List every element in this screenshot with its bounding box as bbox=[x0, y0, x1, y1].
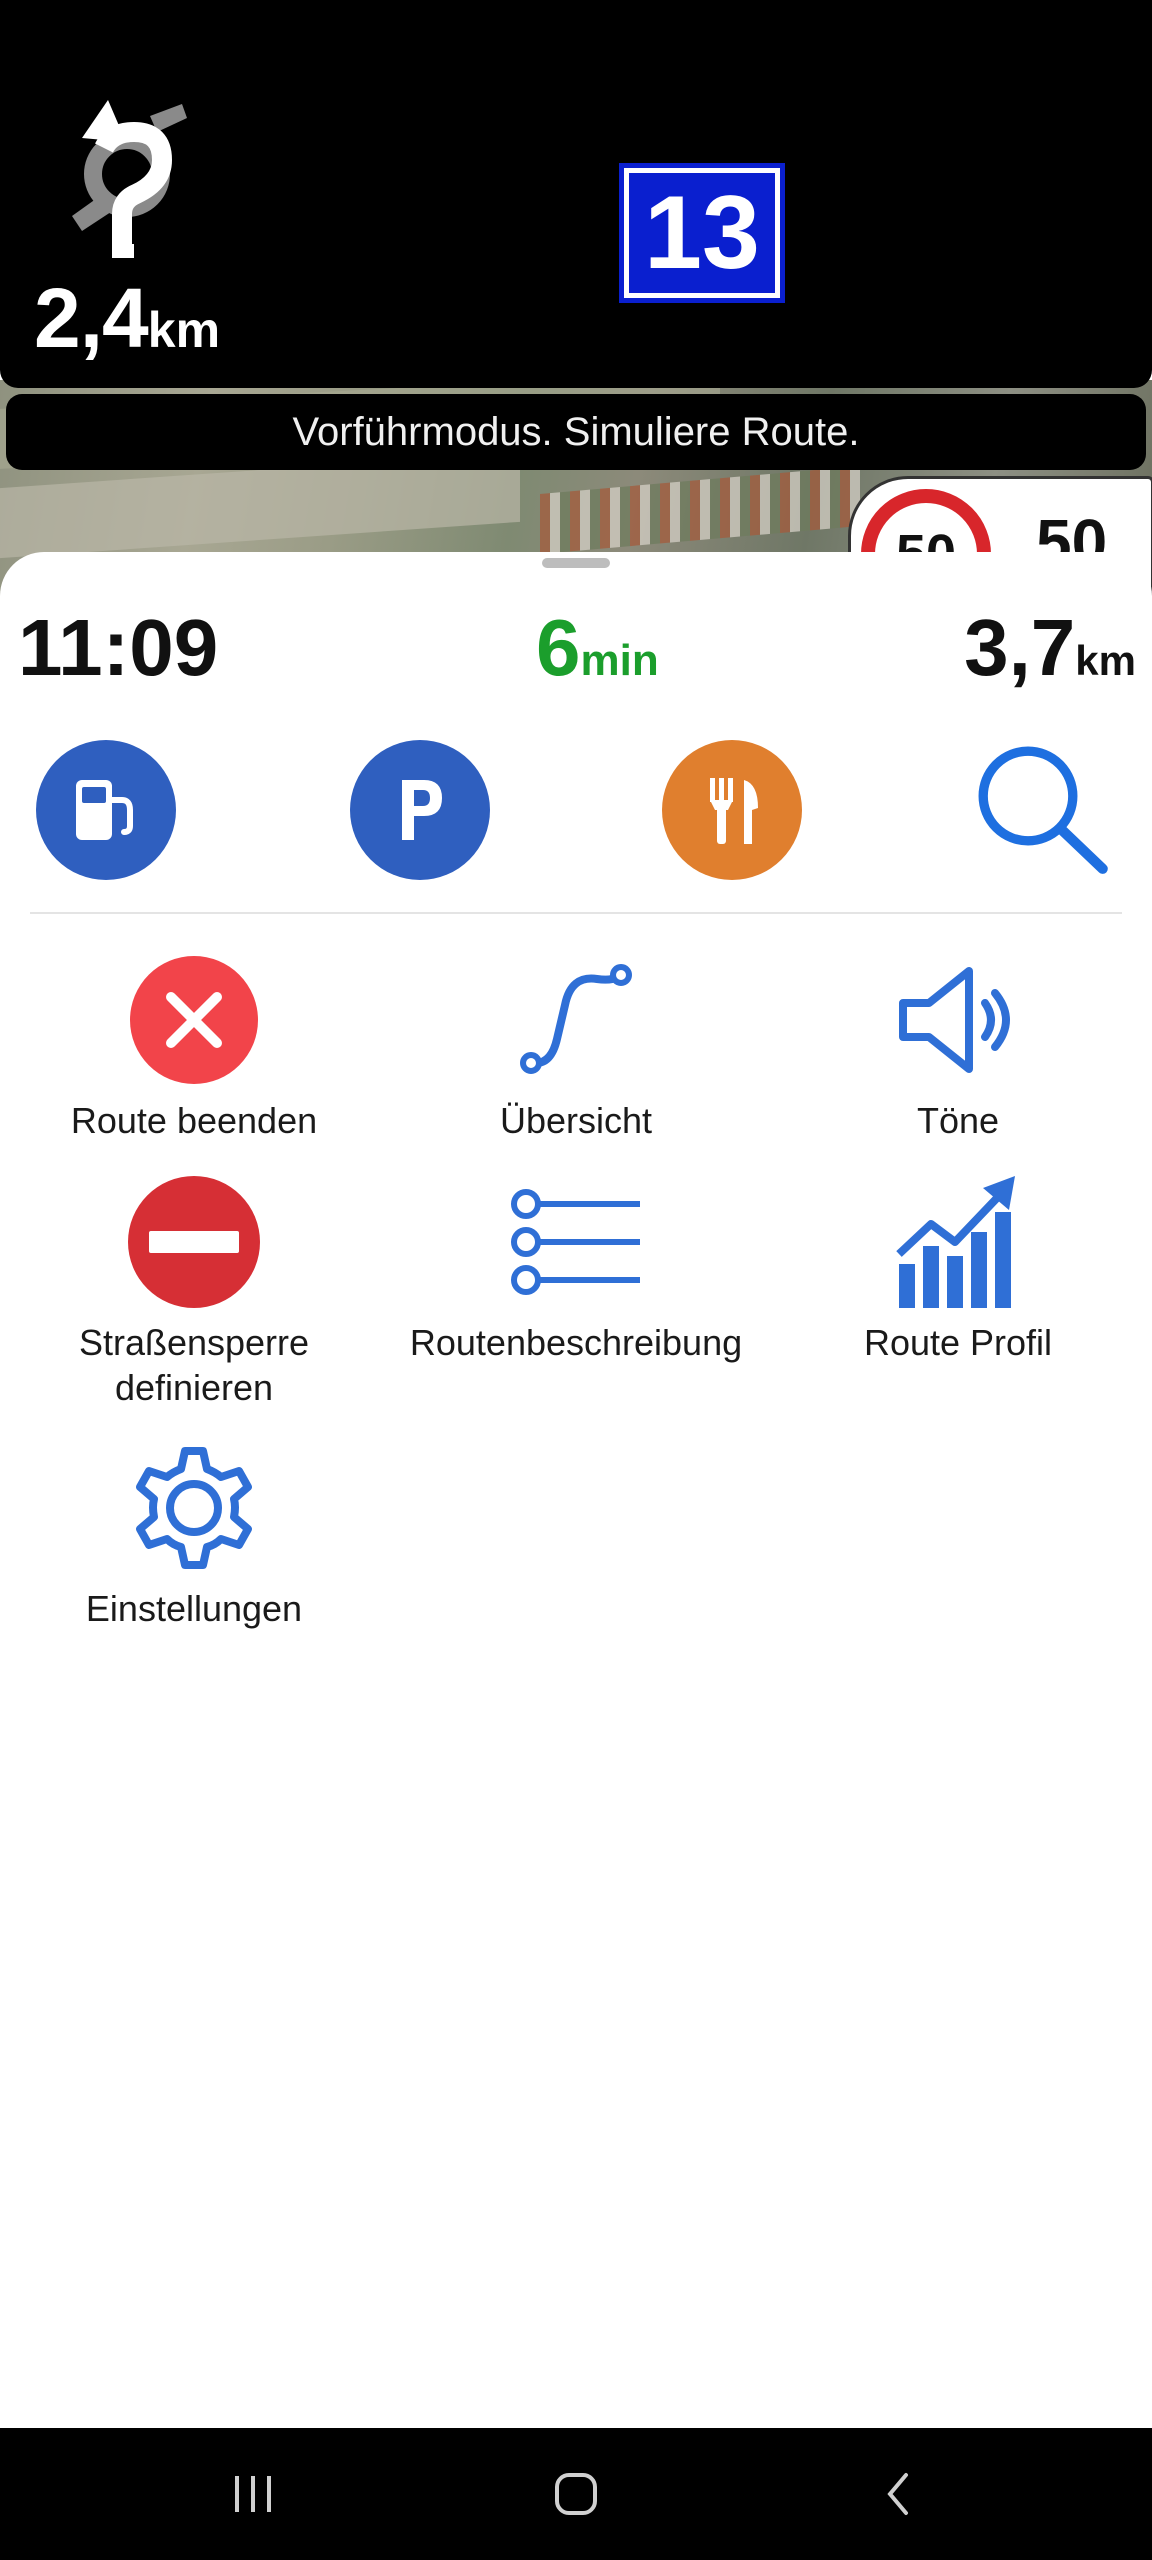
fuel-station-icon bbox=[76, 780, 133, 840]
fuel-station-button[interactable] bbox=[36, 740, 176, 880]
route-profile-button[interactable]: Route Profil bbox=[778, 1172, 1138, 1365]
turn-instruction-panel: 2,4km 13 bbox=[0, 0, 1152, 388]
route-overview-icon bbox=[520, 964, 632, 1074]
route-description-button[interactable]: Routenbeschreibung bbox=[396, 1172, 756, 1365]
end-route-button[interactable]: Route beenden bbox=[14, 950, 374, 1143]
road-block-button[interactable]: Straßensperre definieren bbox=[14, 1172, 374, 1410]
demo-mode-banner: Vorführmodus. Simuliere Route. bbox=[6, 394, 1146, 470]
end-route-label: Route beenden bbox=[70, 1100, 318, 1141]
remaining-distance-unit: km bbox=[1075, 637, 1136, 684]
sheet-drag-handle[interactable] bbox=[542, 558, 610, 568]
route-menu-sheet: 11:09 6min 3,7km Route beenden Übersicht… bbox=[0, 552, 1152, 2428]
close-route-icon bbox=[130, 956, 258, 1084]
turn-distance-unit: km bbox=[147, 302, 221, 358]
search-icon bbox=[978, 746, 1108, 874]
overview-button[interactable]: Übersicht bbox=[396, 950, 756, 1143]
recent-apps-icon bbox=[235, 2476, 271, 2512]
recent-apps-button[interactable] bbox=[214, 2464, 294, 2524]
eta-row: 11:09 6min 3,7km bbox=[0, 592, 1152, 702]
restaurant-icon bbox=[710, 778, 758, 844]
road-block-icon bbox=[128, 1176, 260, 1308]
road-block-label: Straßensperre definieren bbox=[78, 1322, 310, 1408]
turn-distance: 2,4km bbox=[34, 270, 220, 367]
route-profile-label: Route Profil bbox=[863, 1322, 1053, 1363]
sounds-label: Töne bbox=[916, 1100, 1000, 1141]
overview-label: Übersicht bbox=[499, 1100, 653, 1141]
home-button[interactable] bbox=[536, 2464, 616, 2524]
turn-distance-value: 2,4 bbox=[34, 271, 149, 365]
section-divider bbox=[30, 912, 1122, 914]
route-profile-chart-icon bbox=[896, 1176, 1015, 1308]
road-number-sign: 13 bbox=[619, 163, 785, 303]
settings-label: Einstellungen bbox=[85, 1588, 303, 1629]
restaurant-button[interactable] bbox=[662, 740, 802, 880]
route-list-icon bbox=[511, 1189, 640, 1295]
roundabout-exit-icon bbox=[72, 100, 187, 258]
search-button[interactable] bbox=[972, 740, 1112, 880]
gear-icon bbox=[136, 1447, 252, 1569]
map-village bbox=[540, 466, 860, 554]
arrival-time: 11:09 bbox=[18, 603, 219, 692]
system-navigation-bar bbox=[0, 2428, 1152, 2560]
settings-button[interactable]: Einstellungen bbox=[14, 1438, 374, 1631]
remaining-time: 6min bbox=[536, 602, 659, 694]
route-description-label: Routenbeschreibung bbox=[409, 1322, 743, 1363]
remaining-distance-value: 3,7 bbox=[964, 603, 1076, 692]
sounds-button[interactable]: Töne bbox=[778, 950, 1138, 1143]
remaining-time-value: 6 bbox=[536, 603, 581, 692]
remaining-time-unit: min bbox=[580, 636, 659, 685]
speaker-icon bbox=[899, 967, 1010, 1073]
back-button[interactable] bbox=[858, 2464, 938, 2524]
parking-icon bbox=[402, 780, 442, 840]
parking-button[interactable] bbox=[350, 740, 490, 880]
remaining-distance: 3,7km bbox=[964, 602, 1136, 694]
back-icon bbox=[887, 2473, 908, 2515]
home-icon bbox=[555, 2473, 597, 2515]
